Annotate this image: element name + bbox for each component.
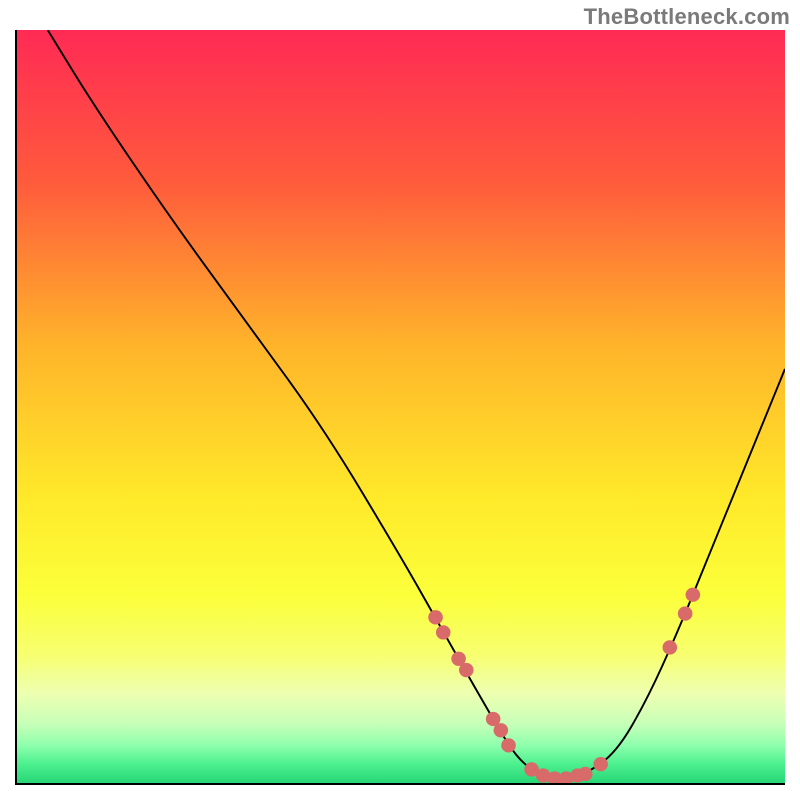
- attribution-label: TheBottleneck.com: [584, 4, 790, 30]
- background-gradient: [17, 30, 785, 783]
- bottleneck-chart: TheBottleneck.com: [0, 0, 800, 800]
- plot-area: [15, 30, 785, 785]
